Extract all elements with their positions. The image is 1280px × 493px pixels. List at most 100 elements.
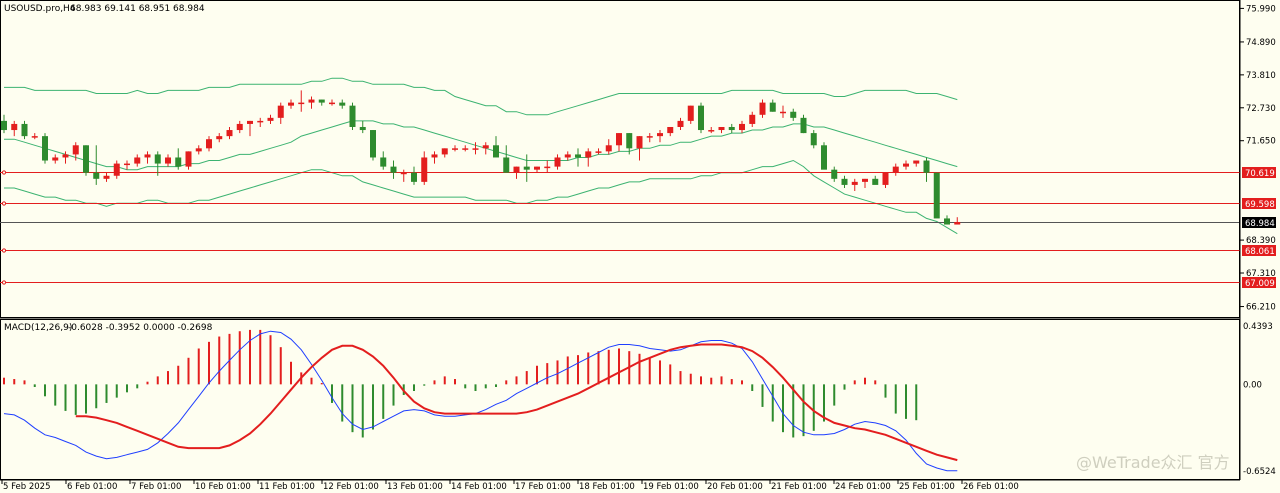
candle-body bbox=[206, 139, 212, 149]
candle-body bbox=[800, 117, 807, 134]
candle-body bbox=[903, 163, 909, 167]
candle-body bbox=[636, 136, 643, 149]
ohlc-readout: 68.983 69.141 68.951 68.984 bbox=[70, 4, 205, 14]
candle-body bbox=[595, 151, 602, 153]
candle-body bbox=[667, 126, 674, 134]
candle-body bbox=[175, 157, 182, 167]
time-tick-label: 25 Feb 01:00 bbox=[899, 482, 955, 492]
candle-body bbox=[308, 99, 315, 103]
chart-background bbox=[0, 0, 1280, 493]
level-tag-text: 67.009 bbox=[1245, 279, 1275, 289]
candle-body bbox=[421, 157, 428, 182]
level-tag-text: 70.619 bbox=[1245, 169, 1275, 179]
candle-body bbox=[944, 218, 950, 225]
candle-body bbox=[154, 154, 161, 164]
candle-body bbox=[277, 105, 284, 118]
time-tick-label: 20 Feb 01:00 bbox=[707, 482, 763, 492]
candle-body bbox=[810, 133, 817, 146]
candle-body bbox=[462, 148, 469, 150]
candle-body bbox=[288, 102, 294, 106]
price-tick-label: 75.990 bbox=[1246, 4, 1276, 14]
candle-body bbox=[247, 120, 253, 124]
candle-body bbox=[83, 145, 89, 173]
price-tick-label: 74.890 bbox=[1246, 38, 1276, 48]
candle-body bbox=[72, 145, 79, 155]
price-tick-label: 73.810 bbox=[1246, 71, 1276, 81]
candle-body bbox=[267, 117, 274, 121]
candle-body bbox=[534, 166, 540, 170]
candle-body bbox=[62, 154, 69, 158]
candle-body bbox=[144, 154, 151, 158]
time-tick-label: 11 Feb 01:00 bbox=[259, 482, 315, 492]
level-line-marker bbox=[1, 170, 7, 175]
candle-body bbox=[493, 145, 499, 158]
candle-body bbox=[585, 151, 592, 158]
time-tick-label: 26 Feb 01:00 bbox=[963, 482, 1019, 492]
time-tick-label: 7 Feb 01:00 bbox=[131, 482, 181, 492]
candle-body bbox=[431, 154, 438, 158]
candle-body bbox=[759, 102, 766, 115]
candle-body bbox=[349, 105, 356, 127]
candle-body bbox=[616, 133, 622, 146]
candle-body bbox=[821, 145, 827, 170]
candle-body bbox=[472, 148, 479, 150]
candle-body bbox=[862, 178, 868, 182]
symbol-timeframe: USOUSD.pro,H4 bbox=[4, 4, 76, 14]
time-tick-label: 12 Feb 01:00 bbox=[323, 482, 379, 492]
candle-body bbox=[93, 172, 100, 179]
candle-body bbox=[646, 136, 653, 138]
trading-chart[interactable]: USOUSD.pro,H4 68.983 69.141 68.951 68.98… bbox=[0, 0, 1280, 493]
candle-body bbox=[411, 172, 417, 182]
candle-body bbox=[831, 169, 838, 179]
candle-body bbox=[892, 166, 899, 173]
candle-body bbox=[657, 133, 663, 137]
macd-values: -0.6028 -0.3952 0.0000 -0.2698 bbox=[68, 323, 213, 333]
candle-body bbox=[872, 178, 879, 185]
candle-body bbox=[544, 166, 551, 169]
watermark: @WeTrade众汇 官方 bbox=[1076, 453, 1230, 472]
candle-body bbox=[482, 145, 489, 149]
candle-body bbox=[400, 172, 407, 175]
level-tag-text: 68.061 bbox=[1245, 247, 1275, 257]
candle-body bbox=[441, 148, 448, 155]
time-tick-label: 10 Feb 01:00 bbox=[195, 482, 251, 492]
candle-body bbox=[1, 120, 7, 131]
candle-body bbox=[226, 130, 233, 137]
time-tick-label: 19 Feb 01:00 bbox=[643, 482, 699, 492]
candle-body bbox=[841, 178, 848, 185]
time-tick-label: 13 Feb 01:00 bbox=[387, 482, 443, 492]
candle-body bbox=[780, 111, 786, 114]
candle-body bbox=[503, 157, 510, 173]
candle-body bbox=[718, 126, 725, 131]
candle-body bbox=[728, 126, 735, 131]
time-tick-label: 14 Feb 01:00 bbox=[451, 482, 507, 492]
candle-body bbox=[165, 157, 171, 164]
candle-body bbox=[677, 120, 684, 127]
candle-body bbox=[882, 172, 889, 185]
candle-body bbox=[103, 175, 110, 179]
candle-body bbox=[236, 123, 243, 131]
time-tick-label: 6 Feb 01:00 bbox=[67, 482, 117, 492]
price-tick-label: 72.730 bbox=[1246, 104, 1276, 114]
level-tag-text: 69.598 bbox=[1245, 200, 1275, 210]
candle-body bbox=[913, 160, 920, 164]
candle-body bbox=[298, 102, 305, 105]
candle-body bbox=[739, 123, 745, 131]
candle-body bbox=[257, 120, 264, 123]
candle-body bbox=[851, 181, 858, 185]
candle-body bbox=[113, 163, 120, 176]
candle-body bbox=[523, 166, 530, 170]
candle-body bbox=[21, 123, 28, 137]
candle-body bbox=[749, 114, 756, 124]
time-tick-label: 24 Feb 01:00 bbox=[835, 482, 891, 492]
candle-body bbox=[790, 111, 797, 118]
candle-body bbox=[11, 123, 18, 131]
candle-body bbox=[31, 136, 38, 138]
time-tick-label: 17 Feb 01:00 bbox=[515, 482, 571, 492]
time-tick-label: 21 Feb 01:00 bbox=[771, 482, 827, 492]
macd-tick-label: -0.6524 bbox=[1243, 467, 1276, 477]
candle-body bbox=[42, 136, 48, 161]
candle-body bbox=[318, 99, 325, 103]
candle-body bbox=[370, 130, 376, 158]
candle-body bbox=[769, 102, 776, 112]
